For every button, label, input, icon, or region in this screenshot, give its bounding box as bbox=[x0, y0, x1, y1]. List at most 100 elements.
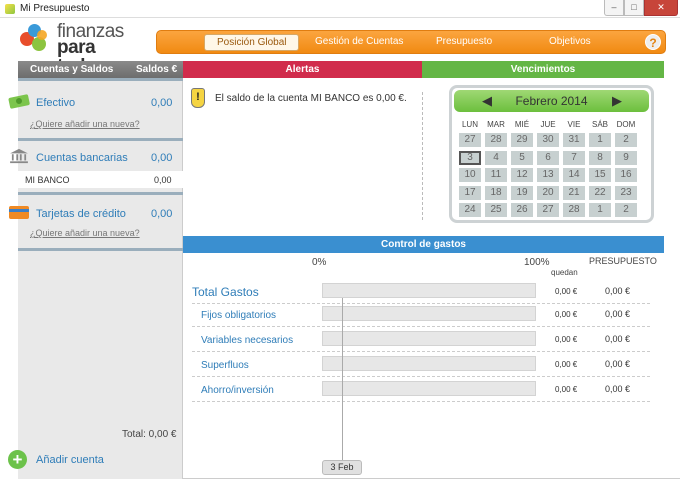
alertas-header: Alertas bbox=[183, 61, 422, 78]
section-efectivo[interactable]: Efectivo 0,00 ¿Quiere añadir una nueva? bbox=[8, 87, 183, 137]
calendar-day[interactable]: 13 bbox=[537, 168, 559, 182]
calendar-day[interactable]: 30 bbox=[537, 133, 559, 147]
gasto-row-label[interactable]: Variables necesarios bbox=[201, 335, 293, 346]
account-value: 0,00 bbox=[154, 175, 172, 185]
bancarias-label[interactable]: Cuentas bancarias bbox=[36, 152, 128, 164]
gasto-quedan-value: 0,00 € bbox=[555, 335, 578, 344]
bank-icon bbox=[10, 148, 28, 164]
divider bbox=[192, 326, 650, 327]
warning-icon: ! bbox=[191, 88, 205, 108]
add-tarjeta-link[interactable]: ¿Quiere añadir una nueva? bbox=[30, 228, 140, 238]
add-account-button[interactable]: + Añadir cuenta bbox=[8, 450, 183, 470]
scale-start: 0% bbox=[312, 257, 327, 268]
gasto-presupuesto-value: 0,00 € bbox=[605, 384, 631, 394]
calendar-day[interactable]: 12 bbox=[511, 168, 533, 182]
calendar-day[interactable]: 23 bbox=[615, 185, 637, 200]
calendar-day[interactable]: 27 bbox=[459, 133, 481, 147]
calendar-day[interactable]: 8 bbox=[589, 150, 611, 165]
window-title: Mi Presupuesto bbox=[20, 3, 90, 14]
divider bbox=[422, 92, 423, 220]
day-of-week-label: LUN bbox=[461, 120, 478, 129]
calendar-day[interactable]: 18 bbox=[485, 185, 507, 200]
quedan-header: quedan bbox=[551, 268, 578, 277]
tab-presupuesto[interactable]: Presupuesto bbox=[436, 36, 492, 47]
calendar-day[interactable]: 4 bbox=[485, 150, 507, 165]
day-of-week-label: MAR bbox=[487, 120, 505, 129]
account-row-mi-banco[interactable]: MI BANCO 0,00 bbox=[18, 171, 183, 188]
sidebar-header: Cuentas y Saldos Saldos € bbox=[18, 61, 183, 78]
section-bancarias[interactable]: Cuentas bancarias 0,00 MI BANCO 0,00 bbox=[10, 141, 183, 191]
tab-gestion-cuentas[interactable]: Gestión de Cuentas bbox=[315, 36, 403, 47]
calendar-day[interactable]: 27 bbox=[537, 203, 559, 217]
gasto-row-label[interactable]: Superfluos bbox=[201, 360, 249, 371]
calendar-day[interactable]: 1 bbox=[589, 203, 611, 217]
calendar-day[interactable]: 24 bbox=[459, 203, 481, 217]
calendar-day[interactable]: 25 bbox=[485, 203, 507, 217]
sidebar-header-balances: Saldos € bbox=[136, 64, 178, 75]
gasto-progress-bar bbox=[322, 283, 536, 298]
presupuesto-header: PRESUPUESTO bbox=[589, 256, 657, 266]
calendar-day[interactable]: 20 bbox=[537, 185, 559, 200]
help-icon[interactable]: ? bbox=[645, 34, 661, 50]
gasto-quedan-value: 0,00 € bbox=[555, 287, 578, 296]
gasto-quedan-value: 0,00 € bbox=[555, 360, 578, 369]
gasto-progress-bar bbox=[322, 331, 536, 346]
accounts-sidebar: Cuentas y Saldos Saldos € Efectivo 0,00 … bbox=[8, 61, 183, 479]
calendar-day[interactable]: 11 bbox=[485, 168, 507, 182]
calendar-day[interactable]: 7 bbox=[563, 150, 585, 165]
sidebar-header-accounts: Cuentas y Saldos bbox=[30, 64, 114, 75]
alert-message: El saldo de la cuenta MI BANCO es 0,00 €… bbox=[215, 93, 407, 104]
calendar-day[interactable]: 29 bbox=[511, 133, 533, 147]
calendar-day[interactable]: 16 bbox=[615, 168, 637, 182]
divider bbox=[192, 401, 650, 402]
main-nav: Posición Global Gestión de Cuentas Presu… bbox=[156, 30, 666, 54]
calendar: ◀ Febrero 2014 ▶ LUN MAR MIÉ JUE VIE SÁB DOM 27… bbox=[449, 85, 654, 223]
calendar-day[interactable]: 17 bbox=[459, 185, 481, 200]
calendar-day[interactable]: 28 bbox=[485, 133, 507, 147]
calendar-day[interactable]: 6 bbox=[537, 150, 559, 165]
calendar-day[interactable]: 21 bbox=[563, 185, 585, 200]
tab-posicion-global[interactable]: Posición Global bbox=[204, 34, 300, 51]
gasto-row-label[interactable]: Ahorro/inversión bbox=[201, 385, 274, 396]
gasto-presupuesto-value: 0,00 € bbox=[605, 286, 631, 296]
efectivo-value: 0,00 bbox=[151, 97, 173, 109]
gasto-quedan-value: 0,00 € bbox=[555, 310, 578, 319]
gasto-presupuesto-value: 0,00 € bbox=[605, 359, 631, 369]
calendar-day[interactable]: 5 bbox=[511, 150, 533, 165]
calendar-day[interactable]: 14 bbox=[563, 168, 585, 182]
gasto-row-label[interactable]: Fijos obligatorios bbox=[201, 310, 276, 321]
tab-objetivos[interactable]: Objetivos bbox=[549, 36, 591, 47]
today-marker: 3 Feb bbox=[322, 460, 362, 475]
divider bbox=[18, 78, 183, 81]
calendar-day[interactable]: 2 bbox=[615, 133, 637, 147]
calendar-day[interactable]: 31 bbox=[563, 133, 585, 147]
calendar-header: ◀ Febrero 2014 ▶ bbox=[454, 90, 649, 112]
scale-end: 100% bbox=[524, 257, 550, 268]
calendar-day[interactable]: 22 bbox=[589, 185, 611, 200]
window-titlebar: Mi Presupuesto bbox=[0, 0, 680, 18]
calendar-day[interactable]: 10 bbox=[459, 168, 481, 182]
divider bbox=[192, 303, 650, 304]
add-efectivo-link[interactable]: ¿Quiere añadir una nueva? bbox=[30, 119, 140, 129]
calendar-day[interactable]: 1 bbox=[589, 133, 611, 147]
close-button[interactable]: ✕ bbox=[644, 0, 678, 16]
account-name: MI BANCO bbox=[25, 175, 70, 185]
section-tarjetas[interactable]: Tarjetas de crédito 0,00 ¿Quiere añadir … bbox=[9, 197, 183, 247]
calendar-day[interactable]: 15 bbox=[589, 168, 611, 182]
calendar-day[interactable]: 28 bbox=[563, 203, 585, 217]
gasto-quedan-value: 0,00 € bbox=[555, 385, 578, 394]
gasto-row-label[interactable]: Total Gastos bbox=[192, 285, 259, 299]
next-month-icon[interactable]: ▶ bbox=[610, 94, 624, 108]
efectivo-label[interactable]: Efectivo bbox=[36, 97, 75, 109]
tarjetas-label[interactable]: Tarjetas de crédito bbox=[36, 208, 126, 220]
gasto-presupuesto-value: 0,00 € bbox=[605, 334, 631, 344]
maximize-button[interactable]: □ bbox=[624, 0, 644, 16]
minimize-button[interactable]: – bbox=[604, 0, 624, 16]
credit-card-icon bbox=[9, 206, 29, 219]
calendar-day[interactable]: 19 bbox=[511, 185, 533, 200]
divider bbox=[192, 376, 650, 377]
calendar-day[interactable]: 9 bbox=[615, 150, 637, 165]
calendar-day[interactable]: 2 bbox=[615, 203, 637, 217]
calendar-day[interactable]: 26 bbox=[511, 203, 533, 217]
calendar-day[interactable]: 3 bbox=[459, 150, 481, 165]
